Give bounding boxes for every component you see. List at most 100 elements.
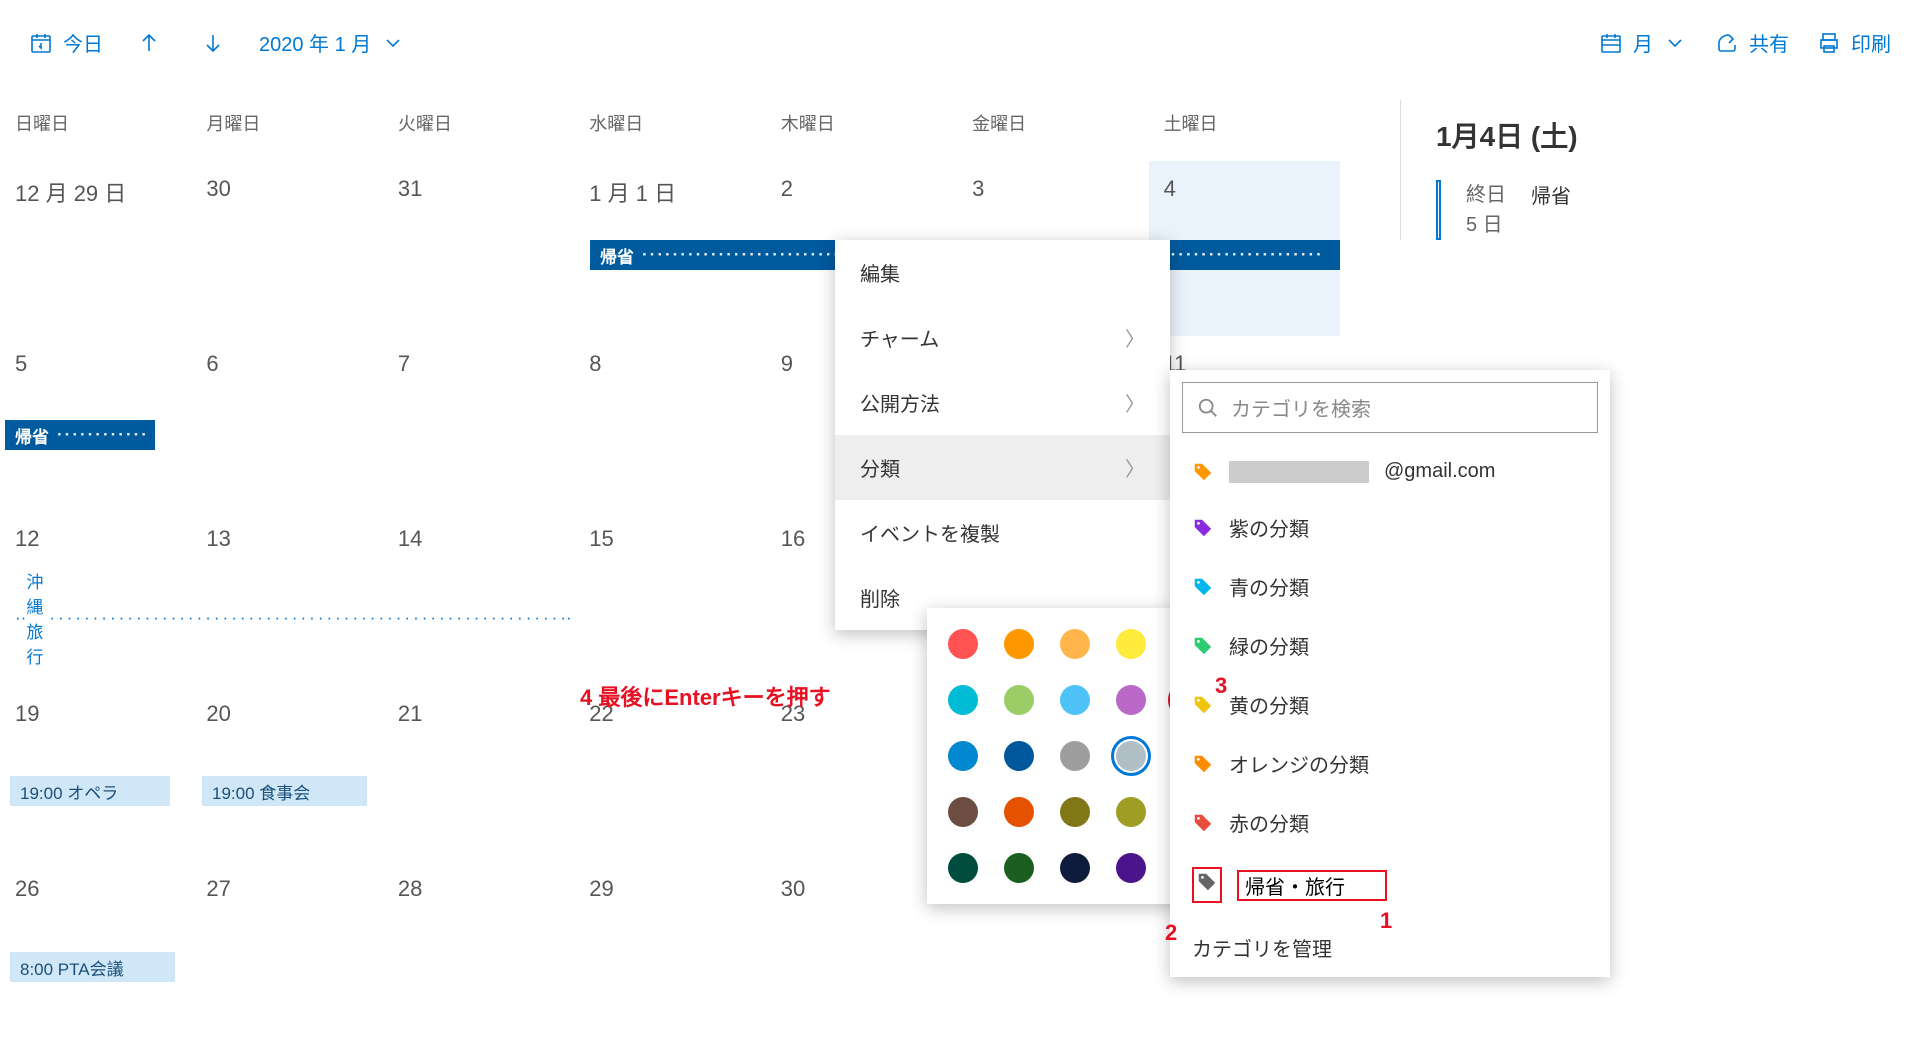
category-item[interactable]: 青の分類 (1170, 557, 1610, 616)
date-number: 15 (589, 526, 613, 551)
category-item[interactable]: オレンジの分類 (1170, 734, 1610, 793)
color-swatch[interactable] (1116, 685, 1146, 715)
detail-title: 帰省 (1531, 180, 1571, 240)
share-button[interactable]: 共有 (1701, 20, 1803, 65)
category-label: 紫の分類 (1229, 513, 1309, 542)
weekday-header: 火曜日 (383, 85, 574, 161)
event-dinner[interactable]: 19:00 食事会 (202, 776, 367, 806)
event-opera[interactable]: 19:00 オペラ (10, 776, 170, 806)
calendar-cell[interactable]: 19 (0, 686, 191, 861)
color-swatch[interactable] (1060, 629, 1090, 659)
color-swatch[interactable] (1060, 797, 1090, 827)
calendar-cell[interactable]: 31 (383, 161, 574, 336)
calendar-cell[interactable]: 30 (191, 161, 382, 336)
date-number: 30 (781, 876, 805, 901)
month-selector[interactable]: 2020 年 1 月 (245, 20, 419, 65)
category-item[interactable]: 緑の分類 (1170, 616, 1610, 675)
category-search[interactable]: カテゴリを検索 (1182, 382, 1598, 433)
event-title: 19:00 食事会 (212, 779, 310, 804)
month-label: 2020 年 1 月 (259, 28, 371, 57)
weekday-header: 金曜日 (957, 85, 1148, 161)
calendar-cell[interactable]: 26 (0, 861, 191, 1036)
color-swatch[interactable] (948, 685, 978, 715)
search-placeholder: カテゴリを検索 (1231, 393, 1371, 422)
color-swatch[interactable] (1116, 797, 1146, 827)
color-swatch[interactable] (1004, 685, 1034, 715)
calendar-cell[interactable]: 21 (383, 686, 574, 861)
contextmenu-item-チャーム[interactable]: チャーム〉 (835, 305, 1170, 370)
color-swatch[interactable] (1004, 629, 1034, 659)
print-icon (1817, 31, 1841, 55)
calendar-cell[interactable]: 13 (191, 511, 382, 686)
color-swatch[interactable] (948, 741, 978, 771)
contextmenu-item-編集[interactable]: 編集 (835, 240, 1170, 305)
color-swatch[interactable] (1004, 741, 1034, 771)
color-swatch[interactable] (1116, 629, 1146, 659)
event-kisei-2[interactable]: 帰省 (5, 420, 155, 450)
up-arrow-icon (137, 31, 161, 55)
calendar-cell[interactable]: 27 (191, 861, 382, 1036)
annotation-3: 3 (1215, 673, 1227, 699)
calendar-cell[interactable]: 6 (191, 336, 382, 511)
calendar-icon (1599, 31, 1623, 55)
share-icon (1715, 31, 1739, 55)
calendar-cell[interactable]: 28 (383, 861, 574, 1036)
color-swatch[interactable] (1004, 797, 1034, 827)
color-swatch[interactable] (1004, 853, 1034, 883)
category-panel: カテゴリを検索 @gmail.com 紫の分類青の分類緑の分類黄の分類オレンジの… (1170, 370, 1610, 977)
view-selector[interactable]: 月 (1585, 20, 1701, 65)
date-number: 6 (206, 351, 218, 376)
event-detail-panel: 1月4日 (土) 終日 5 日 帰省 (1400, 100, 1870, 240)
event-okinawa[interactable]: 沖縄旅行 ···································… (5, 603, 360, 633)
contextmenu-item-分類[interactable]: 分類 〉 (835, 435, 1170, 500)
next-month-button[interactable] (181, 23, 245, 63)
calendar-cell[interactable]: 8 (574, 336, 765, 511)
new-category-input[interactable] (1237, 870, 1387, 901)
color-swatch[interactable] (948, 797, 978, 827)
event-context-menu: 編集チャーム〉公開方法〉分類〉イベントを複製削除 (835, 240, 1170, 630)
color-swatch[interactable] (1060, 685, 1090, 715)
calendar-cell[interactable]: 14 (383, 511, 574, 686)
contextmenu-label: 分類 (860, 453, 900, 482)
event-color-bar (1436, 180, 1441, 240)
color-swatch[interactable] (1060, 741, 1090, 771)
date-number: 12 (15, 526, 39, 551)
calendar-cell[interactable]: 15 (574, 511, 765, 686)
weekday-header: 月曜日 (191, 85, 382, 161)
color-swatch[interactable] (1116, 853, 1146, 883)
color-swatch[interactable] (1116, 741, 1146, 771)
print-button[interactable]: 印刷 (1803, 20, 1905, 65)
calendar-cell[interactable]: 12 月 29 日 (0, 161, 191, 336)
new-category-tag[interactable] (1192, 867, 1222, 903)
account-suffix: @gmail.com (1384, 460, 1495, 483)
category-label: 青の分類 (1229, 572, 1309, 601)
category-account[interactable]: @gmail.com (1170, 445, 1610, 498)
detail-row[interactable]: 終日 5 日 帰省 (1436, 180, 1870, 240)
color-swatch[interactable] (948, 629, 978, 659)
category-item[interactable]: 黄の分類 (1170, 675, 1610, 734)
category-item[interactable]: 紫の分類 (1170, 498, 1610, 557)
calendar-cell[interactable]: 22 (574, 686, 765, 861)
calendar-cell[interactable]: 29 (574, 861, 765, 1036)
event-pta[interactable]: 8:00 PTA会議 (10, 952, 175, 982)
category-item[interactable]: 赤の分類 (1170, 793, 1610, 852)
today-button[interactable]: 今日 (15, 20, 117, 65)
date-number: 29 (589, 876, 613, 901)
color-swatch[interactable] (1060, 853, 1090, 883)
contextmenu-item-公開方法[interactable]: 公開方法〉 (835, 370, 1170, 435)
calendar-cell[interactable]: 20 (191, 686, 382, 861)
date-number: 16 (781, 526, 805, 551)
date-number: 5 (15, 351, 27, 376)
date-number: 9 (781, 351, 793, 376)
prev-month-button[interactable] (117, 23, 181, 63)
contextmenu-item-イベントを複製[interactable]: イベントを複製 (835, 500, 1170, 565)
date-number: 21 (398, 701, 422, 726)
date-number: 31 (398, 176, 422, 201)
calendar-toolbar: 今日 2020 年 1 月 月 共有 印刷 (0, 0, 1920, 85)
tag-icon (1192, 812, 1214, 834)
event-title: 沖縄旅行 (26, 568, 43, 668)
chevron-right-icon: 〉 (1125, 453, 1145, 482)
color-swatch[interactable] (948, 853, 978, 883)
date-number: 30 (206, 176, 230, 201)
calendar-cell[interactable]: 7 (383, 336, 574, 511)
